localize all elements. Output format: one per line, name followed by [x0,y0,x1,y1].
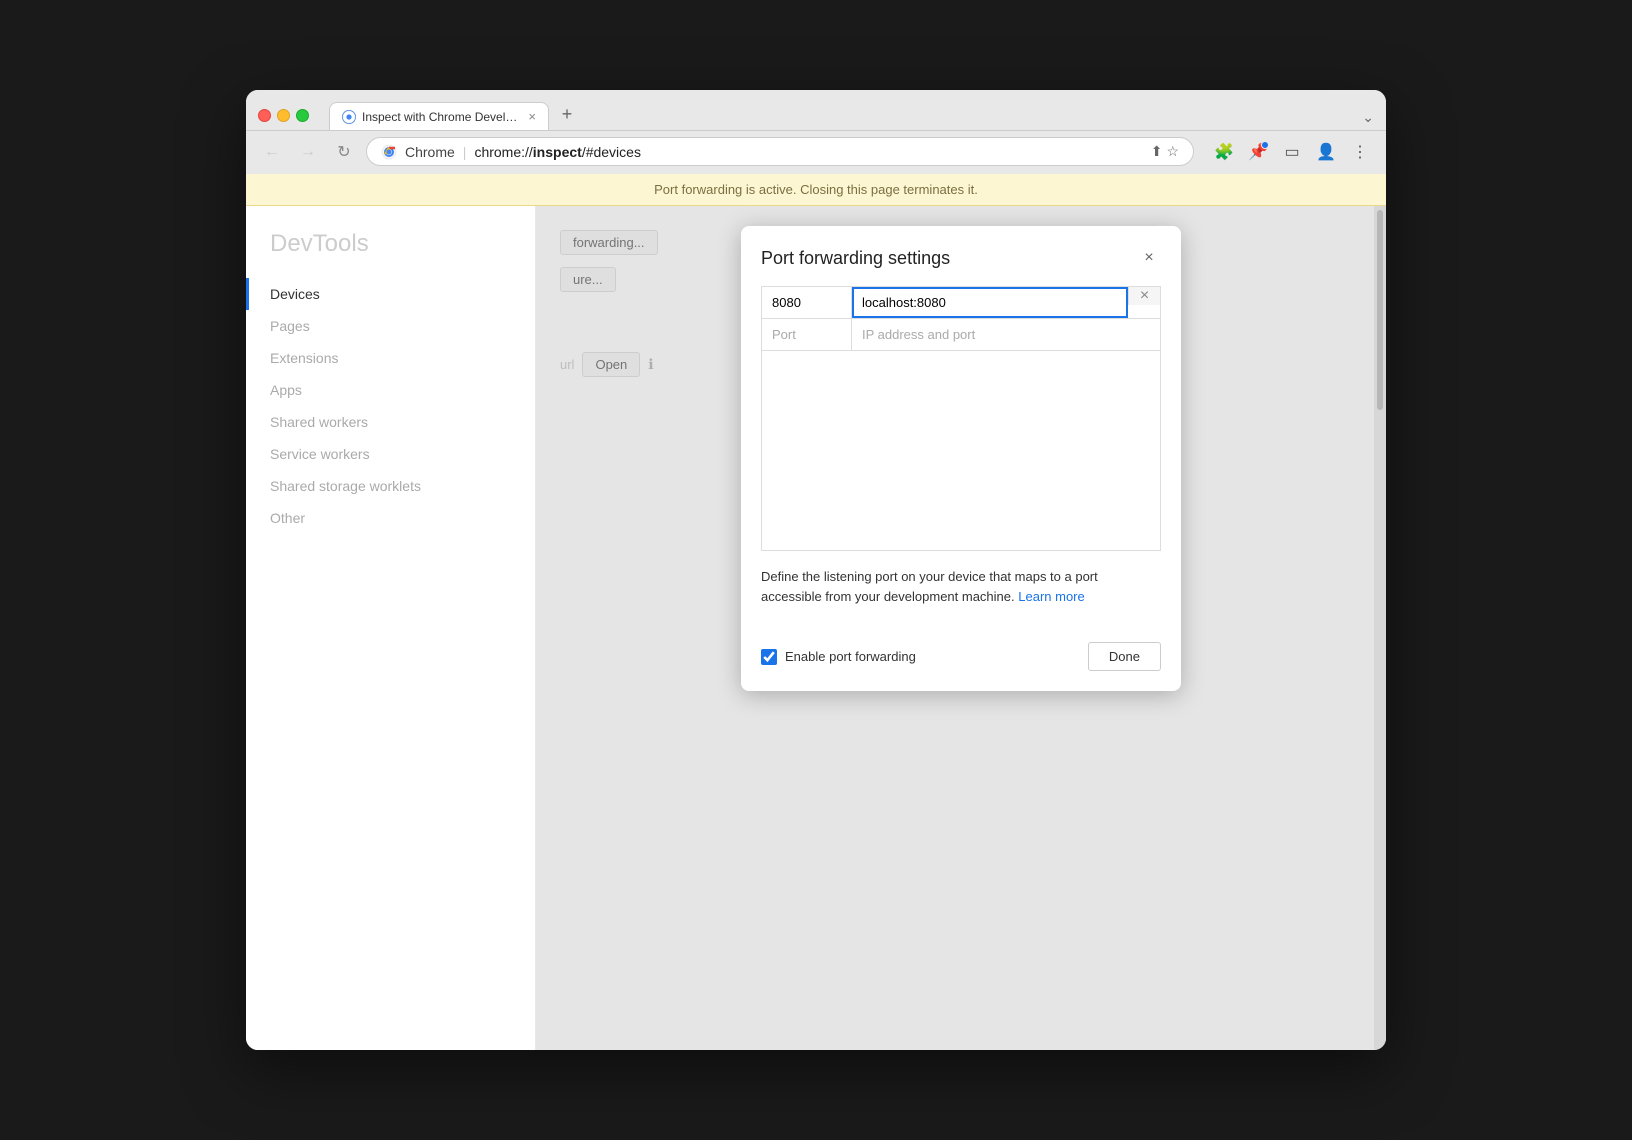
sidebar-item-pages[interactable]: Pages [246,310,535,342]
active-tab[interactable]: Inspect with Chrome Develope × [329,102,549,130]
sidebar-item-devices[interactable]: Devices [246,278,535,310]
placeholder-row: Port IP address and port [762,319,1160,350]
modal-close-button[interactable]: × [1137,246,1161,270]
cast-icon[interactable]: 📌 [1244,138,1272,166]
main-content: forwarding... ure... url Open ℹ Port for… [536,206,1386,1050]
sidebar-item-shared-storage[interactable]: Shared storage worklets [246,470,535,502]
minimize-window-button[interactable] [277,109,290,122]
sidebar-item-apps[interactable]: Apps [246,374,535,406]
share-icon[interactable]: ⬆ [1151,143,1163,160]
sidebar: DevTools Devices Pages Extensions Apps S… [246,206,536,1050]
address-actions: ⬆ ☆ [1151,143,1179,160]
learn-more-link[interactable]: Learn more [1018,589,1084,604]
tab-close-button[interactable]: × [528,109,536,124]
browser-window: Inspect with Chrome Develope × + ⌄ ← → ↻… [246,90,1386,1050]
forward-button[interactable]: → [294,138,322,166]
new-tab-button[interactable]: + [553,100,581,128]
bookmark-icon[interactable]: ☆ [1166,143,1179,160]
modal-description: Define the listening port on your device… [761,551,1161,614]
address-bar[interactable]: Chrome | chrome://inspect/#devices ⬆ ☆ [366,137,1194,166]
sidebar-item-shared-workers[interactable]: Shared workers [246,406,535,438]
reload-button[interactable]: ↻ [330,138,358,166]
tab-favicon [342,110,356,124]
maximize-window-button[interactable] [296,109,309,122]
sidebar-nav: Devices Pages Extensions Apps Shared wor… [246,278,535,534]
modal-title: Port forwarding settings [761,248,950,269]
sidebar-icon[interactable]: ▭ [1278,138,1306,166]
port-input[interactable] [762,287,852,318]
tab-bar: Inspect with Chrome Develope × + ⌄ [329,100,1374,130]
traffic-lights [258,109,309,122]
profile-icon[interactable]: 👤 [1312,138,1340,166]
extensions-icon[interactable]: 🧩 [1210,138,1238,166]
checkbox-label-text: Enable port forwarding [785,649,916,664]
delete-row-button[interactable]: × [1128,287,1160,305]
address-input[interactable] [852,287,1128,318]
menu-icon[interactable]: ⋮ [1346,138,1374,166]
sidebar-title: DevTools [246,230,535,278]
back-button[interactable]: ← [258,138,286,166]
sidebar-item-extensions[interactable]: Extensions [246,342,535,374]
tab-overflow-button[interactable]: ⌄ [1362,109,1374,126]
port-row: × [762,287,1160,319]
empty-area [761,351,1161,551]
close-window-button[interactable] [258,109,271,122]
toolbar-icons: 🧩 📌 ▭ 👤 ⋮ [1210,138,1374,166]
info-banner: Port forwarding is active. Closing this … [246,174,1386,206]
enable-forwarding-checkbox[interactable] [761,649,777,665]
tab-title: Inspect with Chrome Develope [362,110,518,124]
enable-forwarding-checkbox-label[interactable]: Enable port forwarding [761,649,916,665]
sidebar-item-service-workers[interactable]: Service workers [246,438,535,470]
port-forwarding-modal: Port forwarding settings × × [741,226,1181,691]
page-content: DevTools Devices Pages Extensions Apps S… [246,206,1386,1050]
address-brand: Chrome [405,144,455,160]
address-bar-row: ← → ↻ Chrome | chrome://inspect/#devices… [246,131,1386,174]
port-forwarding-table: × Port IP address and port [761,286,1161,351]
address-placeholder: IP address and port [852,319,1160,350]
address-url: chrome://inspect/#devices [474,144,641,160]
modal-footer: Enable port forwarding Done [741,630,1181,691]
modal-overlay: Port forwarding settings × × [536,206,1386,1050]
chrome-logo-icon [381,144,397,160]
banner-text: Port forwarding is active. Closing this … [654,182,978,197]
title-bar: Inspect with Chrome Develope × + ⌄ [246,90,1386,131]
cast-badge [1261,141,1269,149]
modal-header: Port forwarding settings × [741,226,1181,286]
done-button[interactable]: Done [1088,642,1161,671]
sidebar-item-other[interactable]: Other [246,502,535,534]
modal-body: × Port IP address and port Define the li… [741,286,1181,630]
port-placeholder: Port [762,319,852,350]
